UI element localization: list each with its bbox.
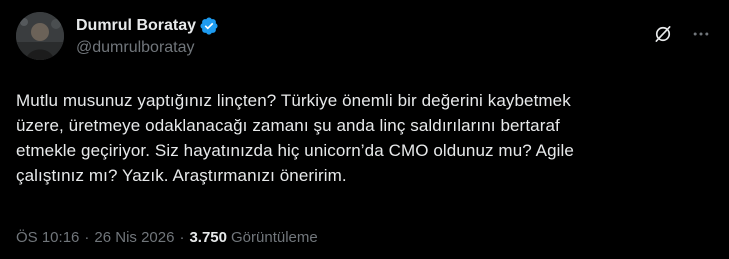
meta-separator: · (84, 229, 90, 246)
author-identity[interactable]: Dumrul Boratay @dumrulboratay (76, 12, 219, 60)
tweet-text-line: etmekle geçiriyor. Siz hayatınızda hiç u… (16, 141, 574, 160)
tweet-header: Dumrul Boratay @dumrulboratay (16, 12, 713, 60)
tweet-text-line: üzere, üretmeye odaklanacağı zamanı şu a… (16, 116, 560, 135)
header-actions (651, 22, 713, 46)
display-name[interactable]: Dumrul Boratay (76, 17, 196, 35)
handle[interactable]: @dumrulboratay (76, 39, 219, 57)
views-label[interactable]: Görüntüleme (231, 229, 318, 246)
meta-separator: · (179, 229, 185, 246)
tweet-card: Dumrul Boratay @dumrulboratay Mutlu musu… (0, 0, 729, 259)
tweet-time[interactable]: ÖS 10:16 (16, 229, 79, 246)
name-row: Dumrul Boratay (76, 15, 219, 37)
verified-badge-icon[interactable] (199, 16, 219, 36)
views-count[interactable]: 3.750 (189, 229, 227, 246)
avatar[interactable] (16, 12, 64, 60)
tweet-text-line: çalıştınız mı? Yazık. Araştırmanızı öner… (16, 166, 347, 185)
grok-icon[interactable] (651, 22, 675, 46)
tweet-date[interactable]: 26 Nis 2026 (94, 229, 174, 246)
tweet-text-line: Mutlu musunuz yaptığınız linçten? Türkiy… (16, 91, 571, 110)
more-horizontal-icon[interactable] (689, 22, 713, 46)
tweet-text: Mutlu musunuz yaptığınız linçten? Türkiy… (16, 88, 716, 188)
tweet-meta: ÖS 10:16 · 26 Nis 2026 · 3.750 Görüntüle… (16, 229, 318, 246)
